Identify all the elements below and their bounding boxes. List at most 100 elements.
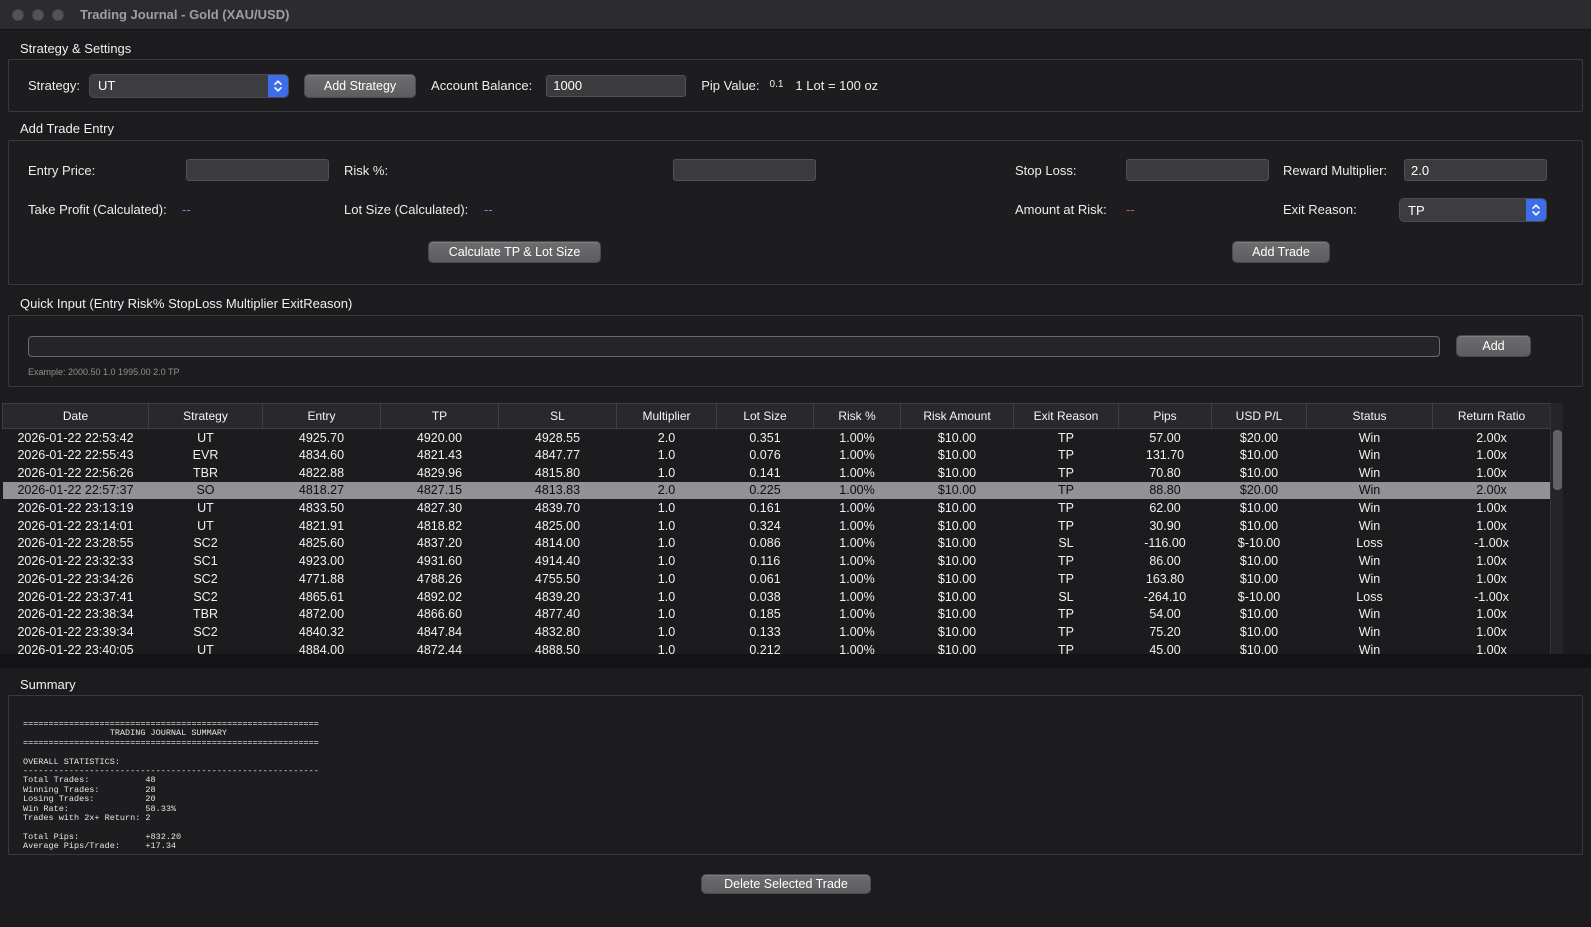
table-row[interactable]: 2026-01-22 22:56:26 TBR 4822.88 4829.96 4815… <box>3 464 1551 482</box>
column-header-exit-reason[interactable]: Exit Reason <box>1013 403 1119 429</box>
table-cell: TP <box>1058 642 1074 655</box>
table-cell: $-10.00 <box>1237 536 1281 551</box>
table-cell: 1.0 <box>657 624 676 639</box>
table-cell: 0.225 <box>716 481 814 500</box>
quick-add-button[interactable]: Add <box>1456 335 1531 357</box>
table-row[interactable]: 2026-01-22 23:37:41 SC2 4865.61 4892.02 4839… <box>3 588 1551 606</box>
reward-multiplier-input[interactable] <box>1404 159 1547 181</box>
column-header-risk-amount[interactable]: Risk Amount <box>900 403 1014 429</box>
table-cell: 70.80 <box>1149 465 1181 480</box>
scrollbar-thumb[interactable] <box>1553 430 1562 490</box>
table-row[interactable]: 2026-01-22 23:39:34 SC2 4840.32 4847.84 4832… <box>3 623 1551 641</box>
column-header-multiplier[interactable]: Multiplier <box>616 403 717 429</box>
table-cell: 2026-01-22 23:38:34 <box>17 607 134 622</box>
table-row[interactable]: 2026-01-22 23:28:55 SC2 4825.60 4837.20 4814… <box>3 535 1551 553</box>
calculate-tp-lot-button[interactable]: Calculate TP & Lot Size <box>428 241 601 263</box>
column-header-date[interactable]: Date <box>2 403 149 429</box>
table-cell: 0.185 <box>749 607 781 622</box>
table-cell: 4847.77 <box>534 448 581 463</box>
risk-percent-input[interactable] <box>673 159 816 181</box>
close-button[interactable] <box>12 9 24 21</box>
table-cell: 4914.40 <box>534 554 581 569</box>
table-row[interactable]: 2026-01-22 23:14:01 UT 4821.91 4818.82 4825.… <box>3 517 1551 535</box>
minimize-button[interactable] <box>32 9 44 21</box>
table-cell: 4788.26 <box>416 571 463 586</box>
table-cell: $10.00 <box>937 465 977 480</box>
column-header-sl[interactable]: SL <box>498 403 617 429</box>
table-row[interactable]: 2026-01-22 22:53:42 UT 4925.70 4920.00 4928.… <box>3 429 1551 447</box>
column-header-lot-size[interactable]: Lot Size <box>716 403 814 429</box>
table-cell: 4834.60 <box>298 448 345 463</box>
table-cell: 0.061 <box>749 571 781 586</box>
table-row[interactable]: 2026-01-22 22:57:37 SO 4818.27 4827.15 4813.… <box>2 481 1550 500</box>
table-cell: $10.00 <box>937 589 977 604</box>
entry-price-input[interactable] <box>186 159 329 181</box>
table-cell: 4920.00 <box>416 430 463 445</box>
delete-selected-trade-button[interactable]: Delete Selected Trade <box>701 874 871 894</box>
column-header-strategy[interactable]: Strategy <box>148 403 263 429</box>
take-profit-value: -- <box>182 202 191 217</box>
table-cell: 2026-01-22 22:53:42 <box>17 430 134 445</box>
table-cell: $10.00 <box>1239 518 1279 533</box>
dropdown-arrows-icon <box>268 74 289 97</box>
table-cell: -1.00x <box>1474 536 1509 551</box>
table-cell: Win <box>1358 642 1381 655</box>
strategy-dropdown-value: UT <box>98 78 116 93</box>
table-row[interactable]: 2026-01-22 23:40:05 UT 4884.00 4872.44 4888.… <box>3 641 1551 655</box>
table-cell: 4814.00 <box>534 536 581 551</box>
table-cell: 62.00 <box>1149 501 1181 516</box>
table-cell: 4821.43 <box>416 448 463 463</box>
table-row[interactable]: 2026-01-22 23:32:33 SC1 4923.00 4931.60 4914… <box>3 552 1551 570</box>
table-cell: 0.141 <box>749 465 781 480</box>
column-header-pips[interactable]: Pips <box>1118 403 1212 429</box>
table-cell: 1.00% <box>839 589 875 604</box>
quick-input-example: Example: 2000.50 1.0 1995.00 2.0 TP <box>28 367 180 377</box>
add-trade-button[interactable]: Add Trade <box>1232 241 1330 263</box>
table-cell: 0.086 <box>749 536 781 551</box>
table-cell: 0.076 <box>749 448 781 463</box>
table-cell: Win <box>1358 624 1381 639</box>
quick-input-field[interactable] <box>28 336 1440 357</box>
account-balance-label: Account Balance: <box>431 78 533 93</box>
column-header-status[interactable]: Status <box>1306 403 1433 429</box>
table-cell: 1.00% <box>839 536 875 551</box>
table-cell: Loss <box>1356 536 1383 551</box>
column-header-risk-[interactable]: Risk % <box>813 403 901 429</box>
column-header-return-ratio[interactable]: Return Ratio <box>1432 403 1550 429</box>
table-cell: $10.00 <box>1239 607 1279 622</box>
table-cell: Win <box>1358 518 1381 533</box>
table-row[interactable]: 2026-01-22 23:38:34 TBR 4872.00 4866.60 4877… <box>3 605 1551 623</box>
table-cell: 4884.00 <box>298 642 345 655</box>
table-cell: 1.0 <box>657 642 676 655</box>
account-balance-input[interactable] <box>546 74 687 97</box>
column-header-usd-p-l[interactable]: USD P/L <box>1211 403 1307 429</box>
column-header-tp[interactable]: TP <box>380 403 499 429</box>
column-header-entry[interactable]: Entry <box>262 403 381 429</box>
stop-loss-input[interactable] <box>1126 159 1269 181</box>
table-cell: TP <box>1058 624 1074 639</box>
exit-reason-dropdown[interactable]: TP <box>1399 198 1547 222</box>
table-cell: 0.038 <box>749 589 781 604</box>
zoom-button[interactable] <box>52 9 64 21</box>
table-cell: 4872.44 <box>416 642 463 655</box>
table-cell: 1.0 <box>657 448 676 463</box>
strategy-dropdown[interactable]: UT <box>89 73 290 98</box>
table-cell: 0.161 <box>749 501 781 516</box>
table-cell: -264.10 <box>1143 589 1187 604</box>
table-vertical-scrollbar[interactable] <box>1550 403 1563 655</box>
table-cell: SC2 <box>193 571 218 586</box>
table-cell: Win <box>1358 501 1381 516</box>
window-title: Trading Journal - Gold (XAU/USD) <box>80 7 290 22</box>
table-horizontal-scrollbar[interactable] <box>0 654 1591 668</box>
lot-size-value: -- <box>484 202 493 217</box>
strategy-settings-frame: Strategy: UT Add Strategy Account Balanc… <box>8 59 1583 112</box>
table-row[interactable]: 2026-01-22 23:34:26 SC2 4771.88 4788.26 4755… <box>3 570 1551 588</box>
table-cell: 0.212 <box>749 642 781 655</box>
add-strategy-button[interactable]: Add Strategy <box>304 73 417 98</box>
table-cell: 4925.70 <box>298 430 345 445</box>
table-cell: $10.00 <box>937 501 977 516</box>
table-row[interactable]: 2026-01-22 22:55:43 EVR 4834.60 4821.43 4847… <box>3 446 1551 464</box>
table-cell: TP <box>1058 571 1074 586</box>
table-row[interactable]: 2026-01-22 23:13:19 UT 4833.50 4827.30 4839.… <box>3 499 1551 517</box>
table-cell: 1.0 <box>657 536 676 551</box>
